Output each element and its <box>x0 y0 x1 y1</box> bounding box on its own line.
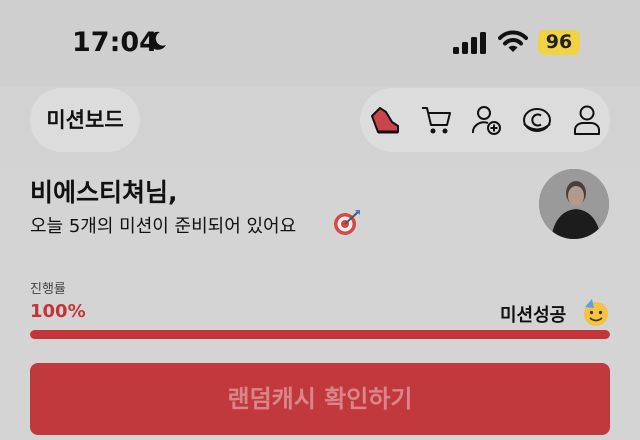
progress-bar-fill <box>30 330 610 339</box>
nav-icon-group <box>360 88 610 152</box>
running-shoe-icon[interactable] <box>368 104 402 136</box>
random-cash-button[interactable]: 랜덤캐시 확인하기 <box>30 363 610 435</box>
signal-bars-icon <box>453 32 489 58</box>
avatar[interactable] <box>539 169 609 239</box>
progress-value: 100% <box>30 301 86 322</box>
cart-icon[interactable] <box>420 104 454 136</box>
profile-icon[interactable] <box>570 104 604 136</box>
progress-label: 진행률 <box>30 282 66 297</box>
mission-status: 미션성공 <box>500 305 567 326</box>
wifi-icon <box>498 30 528 58</box>
brand-title[interactable]: 미션보드 <box>30 88 140 152</box>
coin-icon[interactable] <box>520 104 554 136</box>
greeting-subtitle: 오늘 5개의 미션이 준비되어 있어요 <box>30 216 297 237</box>
moon-icon <box>146 30 168 56</box>
party-face-icon <box>581 297 611 331</box>
dart-target-icon <box>332 208 362 242</box>
progress-bar <box>30 330 610 339</box>
greeting-title: 비에스티쳐님, <box>30 178 178 207</box>
add-user-icon[interactable] <box>470 104 504 136</box>
battery-indicator: 96 <box>538 30 580 55</box>
